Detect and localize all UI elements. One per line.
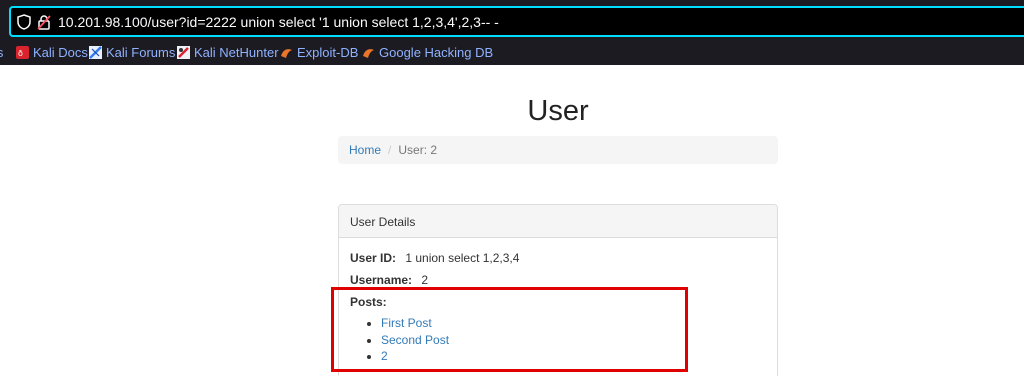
shield-icon[interactable] (17, 14, 31, 30)
ghdb-icon (363, 48, 374, 58)
username-label: Username: (350, 273, 413, 287)
bookmark-kali-docs[interactable]: ð Kali Docs (16, 44, 88, 60)
kali-forums-icon (89, 45, 102, 59)
kali-docs-icon: ð (16, 45, 29, 59)
user-id-value: 1 union select 1,2,3,4 (405, 251, 520, 265)
breadcrumb-current: User: 2 (398, 143, 438, 157)
bookmark-kali-nethunter[interactable]: Kali NetHunter (177, 44, 279, 60)
bookmarks-toolbar: ls ð Kali Docs Kali Forums Kali NetHunte… (0, 40, 1024, 62)
exploit-db-icon (281, 48, 292, 58)
breadcrumb-home-link[interactable]: Home (349, 143, 381, 157)
username-value: 2 (421, 273, 429, 287)
red-highlight-box (331, 287, 688, 372)
user-id-label: User ID: (350, 251, 397, 265)
svg-text:ð: ð (18, 49, 23, 58)
username-row: Username: 2 (350, 273, 766, 287)
address-bar[interactable]: 10.201.98.100/user?id=2222 union select … (9, 6, 1024, 37)
url-text[interactable]: 10.201.98.100/user?id=2222 union select … (58, 14, 499, 30)
bookmark-google-hacking-db[interactable]: Google Hacking DB (362, 44, 493, 60)
page-title: User (527, 95, 589, 127)
browser-chrome: 10.201.98.100/user?id=2222 union select … (0, 0, 1024, 65)
bookmark-kali-forums[interactable]: Kali Forums (89, 44, 175, 60)
insecure-lock-icon[interactable] (37, 14, 51, 30)
bookmark-partial[interactable]: ls (0, 44, 3, 60)
breadcrumb-separator: / (388, 143, 392, 157)
panel-heading: User Details (339, 205, 777, 238)
user-id-row: User ID: 1 union select 1,2,3,4 (350, 251, 766, 265)
kali-nethunter-icon (177, 45, 190, 59)
breadcrumb: Home / User: 2 (338, 136, 778, 164)
bookmark-exploit-db[interactable]: Exploit-DB (280, 44, 358, 60)
